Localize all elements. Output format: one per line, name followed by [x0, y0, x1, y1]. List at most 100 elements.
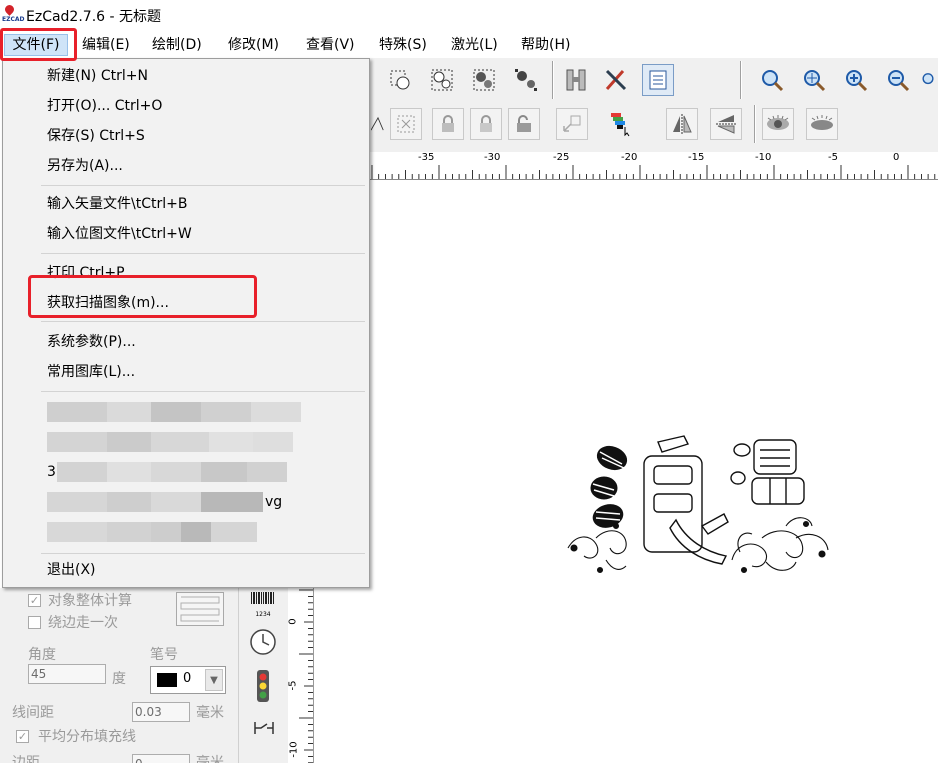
- menu-separator: [41, 321, 365, 322]
- recent-file-2[interactable]: [47, 432, 297, 452]
- color-layers-icon[interactable]: [604, 108, 636, 140]
- pen-color-swatch: [157, 673, 177, 687]
- mirror-horizontal-icon[interactable]: [666, 108, 698, 140]
- tools-icon[interactable]: [600, 64, 632, 96]
- object-list-icon[interactable]: [642, 64, 674, 96]
- line-spacing-label: 线间距: [12, 705, 54, 721]
- show-eye-icon[interactable]: [762, 108, 794, 140]
- menu-special[interactable]: 特殊(S): [377, 34, 429, 56]
- whole-calc-checkbox[interactable]: ✓: [28, 594, 41, 607]
- menu-item-exit[interactable]: 退出(X): [47, 557, 96, 583]
- lock-icon[interactable]: [432, 108, 464, 140]
- title-bar: EZCAD EzCad2.7.6 - 无标题: [0, 0, 938, 30]
- recent-file-1[interactable]: [47, 402, 307, 422]
- menu-separator: [41, 185, 365, 186]
- dotted-rect-icon[interactable]: [390, 108, 422, 140]
- angle-input[interactable]: 45: [28, 664, 106, 684]
- unlock-icon[interactable]: [470, 108, 502, 140]
- zoom-all-icon[interactable]: [918, 64, 938, 96]
- recent-file-4[interactable]: vg: [47, 492, 297, 512]
- chevron-down-icon[interactable]: ▼: [205, 669, 223, 691]
- menu-separator: [41, 553, 365, 554]
- menu-modify[interactable]: 修改(M): [226, 34, 281, 56]
- edge-once-checkbox[interactable]: [28, 616, 41, 629]
- ungroup-icon[interactable]: [510, 64, 542, 96]
- degree-unit: 度: [112, 671, 126, 687]
- menu-draw[interactable]: 绘制(D): [150, 34, 204, 56]
- file-dropdown-menu: 新建(N) Ctrl+N 打开(O)... Ctrl+O 保存(S) Ctrl+…: [2, 58, 370, 588]
- zoom-in-icon[interactable]: [840, 64, 872, 96]
- line-spacing-input[interactable]: 0.03: [132, 702, 190, 722]
- menu-view[interactable]: 查看(V): [304, 34, 357, 56]
- barcode-icon[interactable]: 1234: [249, 592, 277, 618]
- menu-edit[interactable]: 编辑(E): [80, 34, 132, 56]
- menu-bar: 文件(F) 编辑(E) 绘制(D) 修改(M) 查看(V) 特殊(S) 激光(L…: [0, 30, 938, 58]
- artwork-graphic[interactable]: [566, 430, 832, 580]
- toolbar-separator: [740, 61, 742, 99]
- whole-calc-label: 对象整体计算: [48, 593, 132, 609]
- toolbar-separator: [754, 105, 756, 143]
- zoom-out-icon[interactable]: [882, 64, 914, 96]
- clock-icon[interactable]: [249, 628, 277, 660]
- zoom-move-icon[interactable]: [798, 64, 830, 96]
- menu-item-import-bitmap[interactable]: 输入位图文件\tCtrl+W: [47, 221, 192, 247]
- even-fill-label: 平均分布填充线: [38, 729, 136, 745]
- menu-item-save-as[interactable]: 另存为(A)...: [47, 153, 123, 179]
- ruler-label: -25: [553, 152, 570, 163]
- margin-input[interactable]: 0: [132, 754, 190, 763]
- fill-preview: [176, 592, 224, 626]
- ruler-label: -5: [828, 152, 838, 163]
- zoom-icon[interactable]: [756, 64, 788, 96]
- even-fill-checkbox[interactable]: ✓: [16, 730, 29, 743]
- group-icon[interactable]: [468, 64, 500, 96]
- mirror-vertical-icon[interactable]: [710, 108, 742, 140]
- margin-label: 边距: [12, 755, 40, 763]
- highlight-import-bitmap: [28, 275, 257, 318]
- ruler-label: -30: [484, 152, 501, 163]
- vruler-label: -10: [288, 741, 300, 758]
- property-panel: ✓ 对象整体计算 绕边走一次 角度 45 度 笔号 0 ▼ 线间距 0.03 毫…: [0, 588, 238, 763]
- menu-item-gallery[interactable]: 常用图库(L)...: [47, 359, 135, 385]
- vruler-label: 0: [287, 618, 299, 625]
- menu-item-save[interactable]: 保存(S) Ctrl+S: [47, 123, 145, 149]
- select-nodes-icon[interactable]: [426, 64, 458, 96]
- ruler-label: 0: [893, 152, 900, 163]
- vertical-ruler-ticks: [299, 589, 313, 763]
- recent-file-5[interactable]: [47, 522, 277, 542]
- edge-once-label: 绕边走一次: [48, 615, 118, 631]
- drawing-canvas[interactable]: [370, 180, 938, 763]
- pen-select[interactable]: 0 ▼: [150, 666, 226, 694]
- menu-item-import-vector[interactable]: 输入矢量文件\tCtrl+B: [47, 191, 187, 217]
- menu-laser[interactable]: 激光(L): [449, 34, 500, 56]
- barcode-number: 1234: [255, 611, 271, 618]
- toolbar-separator: [552, 61, 554, 99]
- ruler-label: -20: [621, 152, 638, 163]
- io-icon[interactable]: [253, 720, 275, 740]
- horizontal-ruler: -35 -30 -25 -20 -15 -10 -5 0: [370, 152, 938, 180]
- node-edit-icon[interactable]: [384, 64, 416, 96]
- traffic-light-icon[interactable]: [255, 670, 271, 706]
- margin-unit: 毫米: [196, 755, 224, 763]
- ruler-label: -35: [418, 152, 435, 163]
- vertical-ruler: 0 -5 -10: [287, 588, 314, 763]
- recent-file-3[interactable]: 3: [47, 462, 297, 482]
- highlight-file-menu: [0, 28, 77, 61]
- pen-label: 笔号: [150, 647, 178, 663]
- menu-item-system-params[interactable]: 系统参数(P)...: [47, 329, 136, 355]
- vruler-label: -5: [287, 680, 299, 691]
- mm-unit: 毫米: [196, 705, 224, 721]
- move-to-origin-icon[interactable]: [556, 108, 588, 140]
- lock-all-icon[interactable]: [508, 108, 540, 140]
- menu-item-open[interactable]: 打开(O)... Ctrl+O: [47, 93, 162, 119]
- window-title: EzCad2.7.6 - 无标题: [26, 9, 162, 25]
- partial-tool-icon[interactable]: [370, 108, 386, 140]
- menu-separator: [41, 253, 365, 254]
- vertical-toolbar: 1234: [238, 588, 288, 763]
- menu-item-new[interactable]: 新建(N) Ctrl+N: [47, 63, 148, 89]
- ruler-label: -10: [755, 152, 772, 163]
- hide-eye-icon[interactable]: [806, 108, 838, 140]
- angle-label: 角度: [28, 647, 56, 663]
- h-align-icon[interactable]: [560, 64, 592, 96]
- menu-help[interactable]: 帮助(H): [519, 34, 572, 56]
- menu-separator: [41, 391, 365, 392]
